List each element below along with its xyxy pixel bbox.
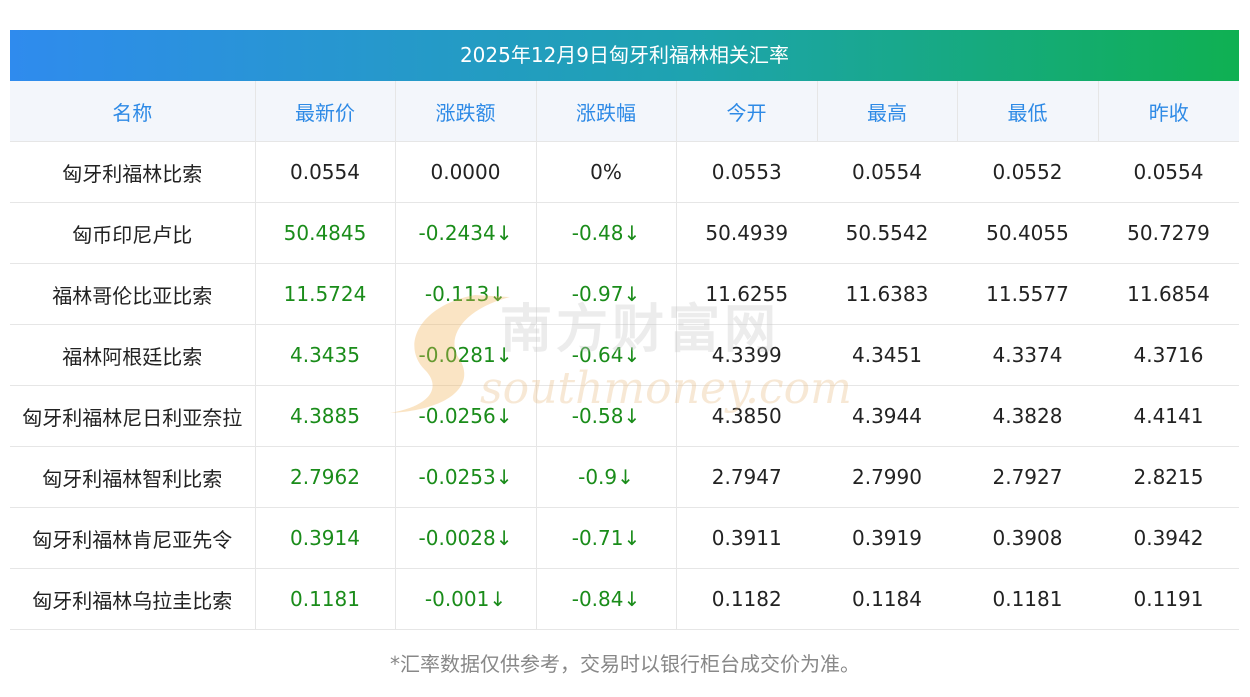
- currency-name: 匈牙利福林尼日利亚奈拉: [10, 385, 256, 447]
- exchange-rate-table: 名称 最新价 涨跌额 涨跌幅 今开 最高 最低 昨收 匈牙利福林比索 0.055…: [10, 81, 1239, 630]
- low-price: 50.4055: [957, 202, 1098, 264]
- change-percent: -0.9↓: [536, 446, 677, 508]
- page-title: 2025年12月9日匈牙利福林相关汇率: [10, 30, 1239, 81]
- prev-close-price: 0.1191: [1098, 568, 1239, 630]
- low-price: 4.3828: [957, 385, 1098, 447]
- table-row: 匈牙利福林乌拉圭比索 0.1181 -0.001↓ -0.84↓ 0.1182 …: [10, 568, 1239, 630]
- high-price: 0.1184: [817, 568, 957, 630]
- change-amount: -0.0256↓: [395, 385, 537, 447]
- high-price: 4.3944: [817, 385, 957, 447]
- open-price: 4.3850: [676, 385, 817, 447]
- prev-close-price: 4.4141: [1098, 385, 1239, 447]
- high-price: 50.5542: [817, 202, 957, 264]
- table-row: 福林哥伦比亚比索 11.5724 -0.113↓ -0.97↓ 11.6255 …: [10, 263, 1239, 325]
- prev-close-price: 11.6854: [1098, 263, 1239, 325]
- change-percent: -0.84↓: [536, 568, 677, 630]
- change-percent: -0.64↓: [536, 324, 677, 386]
- table-row: 匈牙利福林比索 0.0554 0.0000 0% 0.0553 0.0554 0…: [10, 141, 1239, 203]
- disclaimer-footnote: *汇率数据仅供参考，交易时以银行柜台成交价为准。: [390, 652, 860, 676]
- column-header-prev-close: 昨收: [1098, 81, 1239, 142]
- high-price: 0.3919: [817, 507, 957, 569]
- change-amount: -0.0028↓: [395, 507, 537, 569]
- open-price: 0.3911: [676, 507, 817, 569]
- high-price: 11.6383: [817, 263, 957, 325]
- prev-close-price: 0.3942: [1098, 507, 1239, 569]
- column-header-change-pct: 涨跌幅: [536, 81, 677, 142]
- prev-close-price: 0.0554: [1098, 141, 1239, 203]
- prev-close-price: 2.8215: [1098, 446, 1239, 508]
- open-price: 2.7947: [676, 446, 817, 508]
- column-header-open: 今开: [676, 81, 818, 142]
- currency-name: 匈牙利福林肯尼亚先令: [10, 507, 256, 569]
- column-header-name: 名称: [10, 81, 256, 142]
- latest-price: 2.7962: [255, 446, 396, 508]
- latest-price: 0.0554: [255, 141, 396, 203]
- currency-name: 福林阿根廷比索: [10, 324, 256, 386]
- low-price: 2.7927: [957, 446, 1098, 508]
- currency-name: 匈牙利福林乌拉圭比索: [10, 568, 256, 630]
- change-percent: 0%: [536, 141, 677, 203]
- latest-price: 50.4845: [255, 202, 396, 264]
- change-amount: -0.001↓: [395, 568, 537, 630]
- currency-name: 匈牙利福林比索: [10, 141, 256, 203]
- high-price: 0.0554: [817, 141, 957, 203]
- change-percent: -0.48↓: [536, 202, 677, 264]
- change-percent: -0.97↓: [536, 263, 677, 325]
- low-price: 0.1181: [957, 568, 1098, 630]
- open-price: 50.4939: [676, 202, 817, 264]
- currency-name: 匈币印尼卢比: [10, 202, 256, 264]
- currency-name: 匈牙利福林智利比索: [10, 446, 256, 508]
- latest-price: 4.3885: [255, 385, 396, 447]
- low-price: 11.5577: [957, 263, 1098, 325]
- latest-price: 4.3435: [255, 324, 396, 386]
- change-percent: -0.71↓: [536, 507, 677, 569]
- currency-name: 福林哥伦比亚比索: [10, 263, 256, 325]
- latest-price: 0.3914: [255, 507, 396, 569]
- change-amount: 0.0000: [395, 141, 537, 203]
- column-header-high: 最高: [817, 81, 958, 142]
- open-price: 4.3399: [676, 324, 817, 386]
- table-row: 匈币印尼卢比 50.4845 -0.2434↓ -0.48↓ 50.4939 5…: [10, 202, 1239, 264]
- open-price: 0.0553: [676, 141, 817, 203]
- change-amount: -0.0253↓: [395, 446, 537, 508]
- change-percent: -0.58↓: [536, 385, 677, 447]
- latest-price: 0.1181: [255, 568, 396, 630]
- table-row: 匈牙利福林尼日利亚奈拉 4.3885 -0.0256↓ -0.58↓ 4.385…: [10, 385, 1239, 447]
- change-amount: -0.2434↓: [395, 202, 537, 264]
- high-price: 4.3451: [817, 324, 957, 386]
- latest-price: 11.5724: [255, 263, 396, 325]
- low-price: 0.0552: [957, 141, 1098, 203]
- prev-close-price: 4.3716: [1098, 324, 1239, 386]
- column-header-change: 涨跌额: [395, 81, 537, 142]
- table-row: 匈牙利福林肯尼亚先令 0.3914 -0.0028↓ -0.71↓ 0.3911…: [10, 507, 1239, 569]
- change-amount: -0.0281↓: [395, 324, 537, 386]
- column-header-low: 最低: [957, 81, 1099, 142]
- high-price: 2.7990: [817, 446, 957, 508]
- low-price: 0.3908: [957, 507, 1098, 569]
- table-header-row: 名称 最新价 涨跌额 涨跌幅 今开 最高 最低 昨收: [10, 81, 1239, 142]
- column-header-latest: 最新价: [255, 81, 396, 142]
- prev-close-price: 50.7279: [1098, 202, 1239, 264]
- open-price: 11.6255: [676, 263, 817, 325]
- table-row: 匈牙利福林智利比索 2.7962 -0.0253↓ -0.9↓ 2.7947 2…: [10, 446, 1239, 508]
- change-amount: -0.113↓: [395, 263, 537, 325]
- low-price: 4.3374: [957, 324, 1098, 386]
- open-price: 0.1182: [676, 568, 817, 630]
- table-row: 福林阿根廷比索 4.3435 -0.0281↓ -0.64↓ 4.3399 4.…: [10, 324, 1239, 386]
